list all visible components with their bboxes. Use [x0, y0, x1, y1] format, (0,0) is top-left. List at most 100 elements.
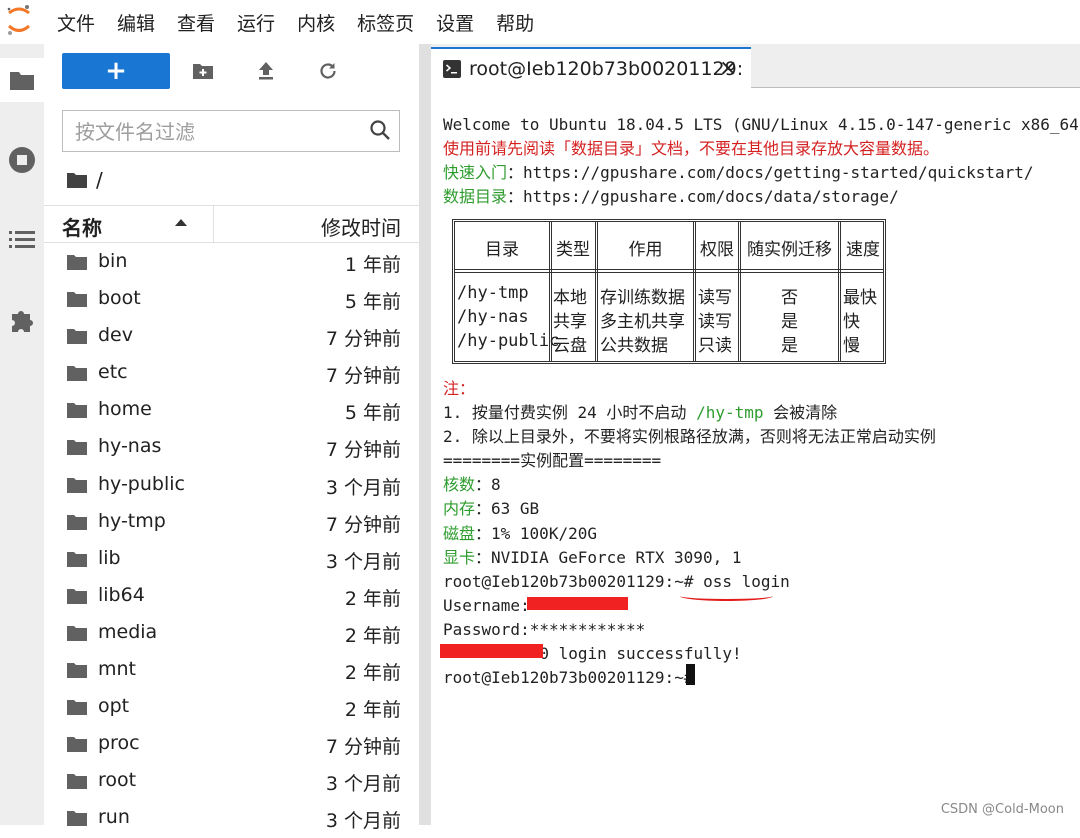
file-row[interactable]: opt 2 年前 — [44, 689, 419, 726]
file-row[interactable]: etc 7 分钟前 — [44, 355, 419, 392]
table-cell: /hy-nas — [457, 307, 529, 327]
terminal-icon — [443, 60, 461, 78]
panel-splitter[interactable] — [419, 44, 431, 825]
menu-help[interactable]: 帮助 — [496, 9, 534, 36]
file-modified: 5 年前 — [344, 402, 401, 425]
new-folder-icon — [193, 64, 213, 79]
table-cell: 多主机共享 — [600, 312, 685, 332]
sidebar-files-tab[interactable] — [0, 58, 44, 102]
file-row[interactable]: home 5 年前 — [44, 392, 419, 429]
note2: 2. 除以上目录外，不要将实例根路径放满，否则将无法正常启动实例 — [443, 427, 936, 447]
redaction-mark — [527, 597, 628, 610]
datadir-label: 数据目录 — [443, 187, 508, 207]
table-header-cell: 速度 — [846, 240, 880, 260]
quickstart-label: 快速入门 — [443, 163, 508, 183]
table-cell: 否 — [781, 288, 798, 308]
sidebar-commands-tab[interactable] — [0, 218, 44, 262]
menu-bar: 文件 编辑 查看 运行 内核 标签页 设置 帮助 — [0, 0, 1080, 44]
file-modified: 7 分钟前 — [325, 328, 401, 351]
file-row[interactable]: hy-nas 7 分钟前 — [44, 429, 419, 466]
note-label: 注： — [443, 379, 476, 398]
column-modified-header[interactable]: 修改时间 — [321, 212, 401, 241]
menu-kernel[interactable]: 内核 — [297, 9, 335, 36]
left-sidebar — [0, 44, 44, 825]
file-modified: 3 个月前 — [325, 773, 401, 796]
redaction-mark — [440, 644, 543, 658]
file-filter-input[interactable] — [73, 117, 357, 147]
folder-icon — [67, 255, 87, 270]
menu-tabs[interactable]: 标签页 — [357, 9, 414, 36]
refresh-icon — [320, 63, 336, 79]
file-row[interactable]: boot 5 年前 — [44, 281, 419, 318]
sidebar-running-tab[interactable] — [0, 138, 44, 182]
menu-run[interactable]: 运行 — [237, 9, 275, 36]
file-row[interactable]: mnt 2 年前 — [44, 652, 419, 689]
note1-b: 会被清除 — [763, 403, 838, 423]
prompt-line-1: root@Ieb120b73b00201129:~# oss login — [443, 571, 790, 591]
annotation-underline — [680, 591, 773, 601]
password-line: Password:************ — [443, 619, 646, 639]
breadcrumb-root[interactable]: / — [96, 168, 103, 192]
menu-view[interactable]: 查看 — [177, 9, 215, 36]
list-icon — [9, 231, 35, 248]
username-line: Username: — [443, 595, 530, 615]
file-row[interactable]: hy-public 3 个月前 — [44, 467, 419, 504]
tab-terminal[interactable]: root@Ieb120b73b00201129: × — [431, 47, 751, 89]
menu-settings[interactable]: 设置 — [436, 9, 474, 36]
file-modified: 1 年前 — [344, 254, 401, 276]
folder-icon — [67, 403, 87, 419]
folder-icon — [67, 440, 87, 456]
table-cell: 存训练数据 — [600, 288, 685, 308]
search-icon[interactable] — [369, 119, 391, 141]
note1-a: 1. 按量付费实例 24 小时不启动 — [443, 403, 697, 423]
file-browser: + / 名称 修改时间 bin 1 年前 boot 5 年前 dev 7 分钟前 etc 7 … — [44, 44, 419, 832]
file-name: lib — [98, 546, 121, 569]
file-row[interactable]: bin 1 年前 — [44, 244, 419, 281]
prompt-line-2: root@Ieb120b73b00201129:~# — [443, 668, 704, 688]
folder-icon — [10, 72, 34, 90]
file-row[interactable]: lib64 2 年前 — [44, 578, 419, 615]
file-row[interactable]: dev 7 分钟前 — [44, 318, 419, 355]
file-modified: 3 个月前 — [325, 810, 401, 833]
table-cell: /hy-public — [457, 331, 560, 351]
mem-label: 内存 — [443, 499, 476, 519]
folder-icon — [67, 366, 87, 382]
file-name: home — [98, 398, 152, 421]
breadcrumb: / — [66, 166, 103, 194]
terminal-output[interactable]: Welcome to Ubuntu 18.04.5 LTS (GNU/Linux… — [443, 113, 1080, 209]
file-name: proc — [98, 732, 140, 755]
refresh-button[interactable] — [310, 53, 346, 89]
puzzle-icon — [12, 311, 33, 332]
column-name-header[interactable]: 名称 — [62, 212, 102, 241]
tab-bar: root@Ieb120b73b00201129: × — [431, 44, 1080, 89]
file-name: hy-nas — [98, 435, 162, 458]
tab-title: root@Ieb120b73b00201129: — [469, 58, 744, 80]
terminal-cursor — [686, 664, 695, 685]
file-name: root — [98, 769, 137, 792]
gpu-value: ：NVIDIA GeForce RTX 3090, 1 — [475, 547, 742, 567]
folder-icon — [67, 329, 87, 345]
folder-icon — [67, 774, 87, 790]
file-modified: 5 年前 — [344, 291, 401, 314]
file-row[interactable]: media 2 年前 — [44, 615, 419, 652]
column-divider[interactable] — [213, 206, 214, 242]
folder-icon[interactable] — [66, 171, 88, 189]
cores-label: 核数 — [443, 475, 476, 495]
close-icon[interactable]: × — [719, 56, 737, 81]
menu-file[interactable]: 文件 — [57, 9, 95, 36]
file-row[interactable]: lib 3 个月前 — [44, 541, 419, 578]
table-cell: 读写 — [698, 288, 732, 308]
file-modified: 2 年前 — [344, 587, 401, 610]
file-row[interactable]: root 3 个月前 — [44, 763, 419, 800]
menu-edit[interactable]: 编辑 — [117, 9, 155, 36]
folder-icon — [67, 477, 87, 493]
new-folder-button[interactable] — [185, 53, 221, 89]
upload-button[interactable] — [248, 53, 284, 89]
note1-path: /hy-tmp — [696, 403, 764, 423]
file-row[interactable]: run 3 个月前 — [44, 800, 419, 837]
new-launcher-button[interactable]: + — [62, 53, 170, 89]
file-row[interactable]: proc 7 分钟前 — [44, 726, 419, 763]
sidebar-extensions-tab[interactable] — [0, 298, 44, 342]
file-row[interactable]: hy-tmp 7 分钟前 — [44, 504, 419, 541]
notice-line: 使用前请先阅读「数据目录」文档，不要在其他目录存放大容量数据。 — [443, 139, 940, 159]
